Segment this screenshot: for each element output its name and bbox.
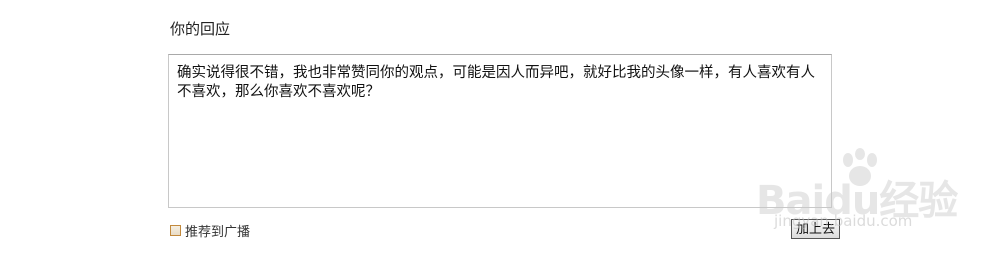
share-option[interactable]: 推荐到广播 bbox=[170, 221, 250, 240]
share-checkbox[interactable] bbox=[170, 225, 181, 236]
reply-form: 你的回应 确实说得很不错，我也非常赞同你的观点，可能是因人而异吧，就好比我的头像… bbox=[0, 0, 1000, 256]
paw-icon bbox=[843, 148, 877, 186]
reply-title: 你的回应 bbox=[170, 20, 231, 38]
reply-textarea[interactable]: 确实说得很不错，我也非常赞同你的观点，可能是因人而异吧，就好比我的头像一样，有人… bbox=[168, 54, 832, 208]
share-label[interactable]: 推荐到广播 bbox=[185, 221, 250, 240]
submit-button[interactable]: 加上去 bbox=[791, 219, 841, 239]
